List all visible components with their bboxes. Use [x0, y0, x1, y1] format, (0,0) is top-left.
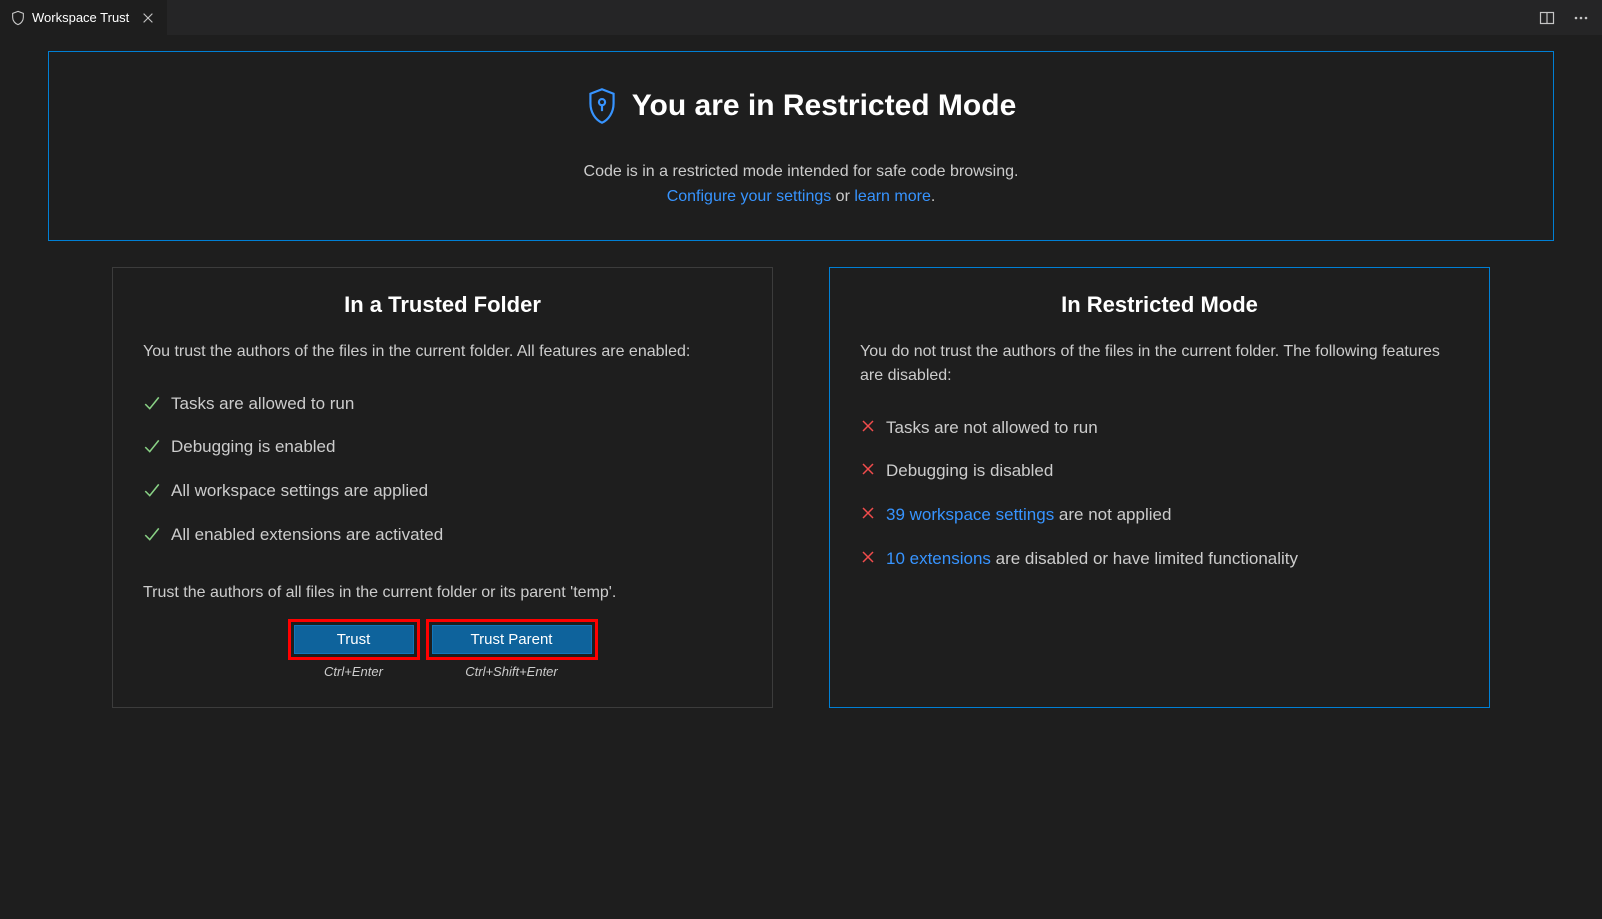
configure-settings-link[interactable]: Configure your settings: [667, 188, 832, 205]
trust-button[interactable]: Trust: [294, 625, 414, 654]
check-icon: [143, 481, 161, 499]
close-icon[interactable]: [139, 9, 157, 27]
list-item: 10 extensions are disabled or have limit…: [860, 537, 1459, 581]
cross-icon: [860, 549, 876, 565]
trusted-card-desc: You trust the authors of the files in th…: [143, 340, 742, 364]
restricted-mode-card: In Restricted Mode You do not trust the …: [829, 267, 1490, 708]
list-item: Debugging is disabled: [860, 449, 1459, 493]
trust-shortcut: Ctrl+Enter: [324, 664, 383, 679]
banner-description: Code is in a restricted mode intended fo…: [69, 160, 1533, 210]
split-editor-icon[interactable]: [1536, 7, 1558, 29]
restricted-card-title: In Restricted Mode: [860, 292, 1459, 318]
trust-parent-button[interactable]: Trust Parent: [432, 625, 592, 654]
tab-label: Workspace Trust: [32, 10, 129, 25]
trusted-folder-card: In a Trusted Folder You trust the author…: [112, 267, 773, 708]
learn-more-link[interactable]: learn more: [854, 188, 930, 205]
highlight-box: Trust: [288, 619, 420, 660]
banner-title: You are in Restricted Mode: [632, 89, 1017, 123]
extensions-link[interactable]: 10 extensions: [886, 549, 991, 568]
restricted-mode-banner: You are in Restricted Mode Code is in a …: [48, 51, 1554, 241]
cross-icon: [860, 418, 876, 434]
more-actions-icon[interactable]: [1570, 7, 1592, 29]
list-item: Tasks are not allowed to run: [860, 406, 1459, 450]
restricted-feature-list: Tasks are not allowed to run Debugging i…: [860, 406, 1459, 581]
list-item: Tasks are allowed to run: [143, 382, 742, 426]
tab-bar: Workspace Trust: [0, 0, 1602, 35]
check-icon: [143, 525, 161, 543]
shield-lock-icon: [586, 88, 618, 124]
cross-icon: [860, 505, 876, 521]
list-item: All enabled extensions are activated: [143, 513, 742, 557]
shield-icon: [10, 10, 26, 26]
trust-instruction: Trust the authors of all files in the cu…: [143, 581, 742, 605]
restricted-card-desc: You do not trust the authors of the file…: [860, 340, 1459, 388]
trust-parent-shortcut: Ctrl+Shift+Enter: [465, 664, 558, 679]
trusted-card-title: In a Trusted Folder: [143, 292, 742, 318]
cross-icon: [860, 461, 876, 477]
check-icon: [143, 437, 161, 455]
list-item: Debugging is enabled: [143, 425, 742, 469]
highlight-box: Trust Parent: [426, 619, 598, 660]
list-item: All workspace settings are applied: [143, 469, 742, 513]
list-item: 39 workspace settings are not applied: [860, 493, 1459, 537]
check-icon: [143, 394, 161, 412]
tab-workspace-trust[interactable]: Workspace Trust: [0, 0, 168, 35]
workspace-settings-link[interactable]: 39 workspace settings: [886, 505, 1054, 524]
trusted-feature-list: Tasks are allowed to run Debugging is en…: [143, 382, 742, 557]
